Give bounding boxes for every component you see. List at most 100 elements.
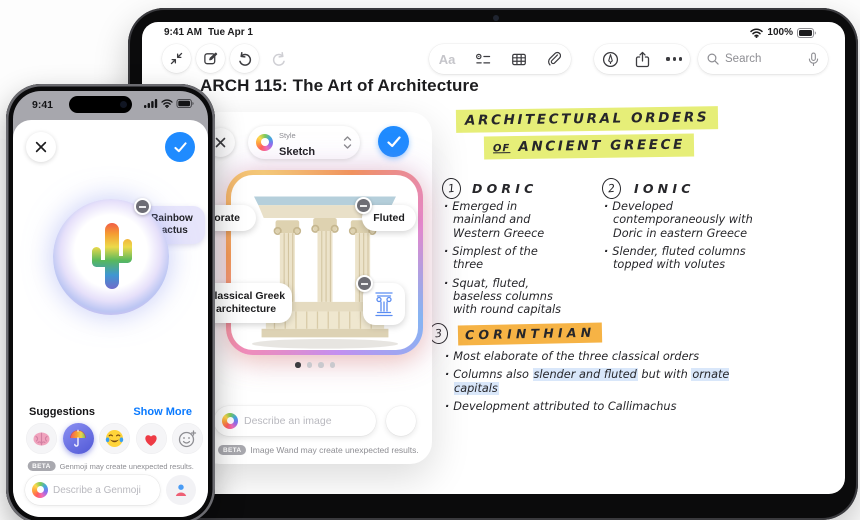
section-bullets: Emerged in mainland and Western Greece Si… xyxy=(444,200,568,322)
iphone-time: 9:41 xyxy=(32,99,54,111)
section-title: CORINTHIAN xyxy=(457,322,603,346)
ipad-status-bar: 9:41 AM Tue Apr 1 xyxy=(164,27,253,38)
column-sketch-icon xyxy=(375,292,393,317)
text-format-button[interactable]: Aa xyxy=(439,52,456,67)
section-number: 1 xyxy=(440,177,463,200)
describe-image-input[interactable]: Describe an image xyxy=(214,406,376,436)
search-icon xyxy=(707,53,719,65)
bullet-item: Most elaborate of the three classical or… xyxy=(445,350,763,363)
page-dot[interactable] xyxy=(295,362,301,368)
page-dot[interactable] xyxy=(329,362,335,368)
describe-image-placeholder: Describe an image xyxy=(244,415,332,427)
undo-button[interactable] xyxy=(230,44,259,73)
ipad-status-icons: 100% xyxy=(750,27,817,38)
bullet-item: Squat, fluted, baseless columns with rou… xyxy=(444,277,568,317)
note-heading-line2: OF ANCIENT GREECE xyxy=(483,133,695,160)
person-genmoji-button[interactable] xyxy=(166,475,196,505)
describe-genmoji-placeholder: Describe a Genmoji xyxy=(53,484,141,496)
section-title: IONIC xyxy=(634,181,695,196)
genmoji-close-button[interactable] xyxy=(26,132,56,162)
dynamic-island xyxy=(69,96,132,113)
beta-text: Image Wand may create unexpected results… xyxy=(250,445,419,455)
share-button[interactable] xyxy=(635,51,650,68)
more-options-button[interactable] xyxy=(666,57,682,61)
generated-image-card[interactable] xyxy=(226,170,423,355)
image-pagination-dots[interactable] xyxy=(198,362,432,368)
emoji-suggestions-row xyxy=(26,423,203,454)
page-dot[interactable] xyxy=(318,362,324,368)
compose-button[interactable] xyxy=(196,44,225,73)
chevron-up-down-icon xyxy=(343,136,352,149)
markup-pen-button[interactable] xyxy=(602,51,619,68)
section-title: DORIC xyxy=(472,181,538,196)
remove-chip-minus-icon[interactable] xyxy=(356,275,373,292)
genmoji-beta-note: BETA Genmoji may create unexpected resul… xyxy=(27,461,194,471)
wifi-icon xyxy=(750,27,764,38)
battery-icon xyxy=(797,27,817,38)
actions-toolbar-group xyxy=(594,44,690,74)
table-button[interactable] xyxy=(511,52,527,67)
signal-icon xyxy=(144,99,158,108)
red-heart-emoji[interactable] xyxy=(135,423,167,454)
page-dot[interactable] xyxy=(306,362,312,368)
mic-icon[interactable] xyxy=(808,52,819,67)
bullet-item: Columns also slender and fluted but with… xyxy=(445,368,763,395)
image-wand-beta-note: BETA Image Wand may create unexpected re… xyxy=(218,445,419,455)
person-icon xyxy=(175,484,187,496)
beta-text: Genmoji may create unexpected results. xyxy=(59,461,194,471)
ipad-time: 9:41 AM xyxy=(164,27,202,38)
rainbow-umbrella-emoji[interactable] xyxy=(62,423,94,454)
format-toolbar-group: Aa xyxy=(429,44,571,74)
section-bullets: Most elaborate of the three classical or… xyxy=(445,350,763,418)
beta-badge: BETA xyxy=(27,461,56,471)
section-bullets: Developed contemporaneously with Doric i… xyxy=(604,200,756,277)
apple-intelligence-icon xyxy=(32,482,48,498)
accept-genmoji-button[interactable] xyxy=(165,132,195,162)
image-wand-panel: Style Sketch Elaborate Fluted Classical … xyxy=(176,112,432,464)
iphone-device: 9:41 Rainbow cactus Suggestions Show Mor… xyxy=(6,84,215,520)
remove-chip-minus-icon[interactable] xyxy=(355,197,372,214)
collapse-toolbar-button[interactable] xyxy=(162,44,191,73)
describe-genmoji-input[interactable]: Describe a Genmoji xyxy=(25,475,160,505)
add-prompt-button[interactable] xyxy=(386,406,416,436)
beta-badge: BETA xyxy=(218,445,247,455)
section-number: 2 xyxy=(600,177,623,200)
bullet-item: Slender, fluted columns topped with volu… xyxy=(604,245,756,272)
bullet-item: Developed contemporaneously with Doric i… xyxy=(604,200,756,240)
iphone-screen: 9:41 Rainbow cactus Suggestions Show Mor… xyxy=(13,91,208,517)
bullet-item: Development attributed to Callimachus xyxy=(445,400,763,413)
bullet-item: Simplest of the three xyxy=(444,245,568,272)
marketing-canvas: 9:41 AM Tue Apr 1 100% Aa Search ARCH 11… xyxy=(0,0,860,520)
note-title: ARCH 115: The Art of Architecture xyxy=(200,76,479,95)
iphone-status-icons xyxy=(144,99,195,108)
wifi-icon xyxy=(161,99,173,108)
brain-emoji[interactable] xyxy=(26,423,57,454)
new-genmoji-emoji[interactable] xyxy=(172,423,203,454)
apple-intelligence-icon xyxy=(222,413,238,429)
ipad-camera xyxy=(493,15,499,21)
search-field[interactable]: Search xyxy=(698,44,828,74)
redo-button[interactable] xyxy=(264,44,293,73)
remove-genmoji-minus-icon[interactable] xyxy=(134,198,151,215)
suggestions-label: Suggestions xyxy=(29,406,96,418)
attach-paperclip-button[interactable] xyxy=(546,51,562,67)
laughing-crying-emoji[interactable] xyxy=(99,423,130,454)
battery-icon xyxy=(176,99,194,108)
accept-image-button[interactable] xyxy=(378,126,409,157)
notes-toolbar: Aa Search xyxy=(142,44,845,75)
apple-intelligence-icon xyxy=(256,134,273,151)
show-more-link[interactable]: Show More xyxy=(133,406,192,418)
genmoji-sheet: Rainbow cactus Suggestions Show More BET… xyxy=(13,120,208,517)
rainbow-cactus-genmoji[interactable] xyxy=(90,221,134,293)
note-heading-line1: ARCHITECTURAL ORDERS xyxy=(455,106,719,133)
style-picker[interactable]: Style Sketch xyxy=(248,126,360,159)
battery-percent: 100% xyxy=(767,27,793,38)
style-value: Sketch xyxy=(279,145,316,158)
ipad-device: 9:41 AM Tue Apr 1 100% Aa Search ARCH 11… xyxy=(128,8,858,520)
bullet-item: Emerged in mainland and Western Greece xyxy=(444,200,568,240)
search-placeholder: Search xyxy=(725,53,762,65)
ipad-screen: 9:41 AM Tue Apr 1 100% Aa Search ARCH 11… xyxy=(142,22,845,494)
ipad-date: Tue Apr 1 xyxy=(207,27,253,38)
checklist-button[interactable] xyxy=(475,52,491,67)
style-label: Style xyxy=(279,130,296,140)
